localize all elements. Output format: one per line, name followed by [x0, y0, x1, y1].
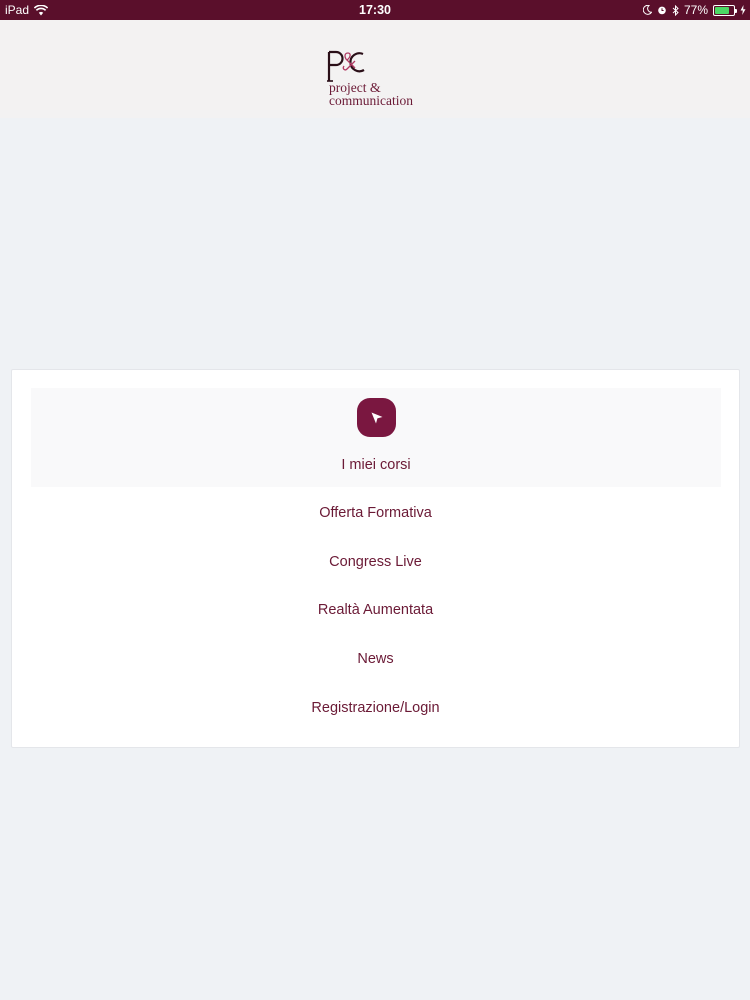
cursor-arrow-icon	[357, 398, 396, 437]
bluetooth-icon	[672, 4, 679, 16]
battery-fill	[715, 6, 729, 14]
app-header: project & communication	[0, 20, 750, 118]
status-time: 17:30	[359, 3, 391, 17]
status-bar: iPad 17:30 77%	[0, 0, 750, 20]
logo-text-communication: communication	[329, 93, 413, 108]
pc-monogram-icon	[327, 50, 365, 82]
menu-item-offerta-formativa[interactable]: Offerta Formativa	[12, 505, 739, 521]
menu-item-registrazione-login[interactable]: Registrazione/Login	[12, 700, 739, 716]
menu-item-realta-aumentata[interactable]: Realtà Aumentata	[12, 602, 739, 618]
battery-icon	[713, 4, 737, 16]
company-logo[interactable]: project & communication	[326, 48, 430, 110]
menu-label: I miei corsi	[341, 457, 411, 473]
menu-item-i-miei-corsi[interactable]: I miei corsi	[31, 388, 721, 487]
battery-percent: 77%	[683, 3, 708, 17]
moon-icon	[642, 5, 652, 15]
main-menu-card: I miei corsi Offerta Formativa Congress …	[11, 369, 740, 748]
menu-item-congress-live[interactable]: Congress Live	[12, 554, 739, 570]
status-right: 77%	[642, 3, 746, 17]
alarm-icon	[658, 6, 666, 15]
menu-item-news[interactable]: News	[12, 651, 739, 667]
charging-icon	[740, 5, 746, 15]
battery-nub	[735, 8, 737, 13]
